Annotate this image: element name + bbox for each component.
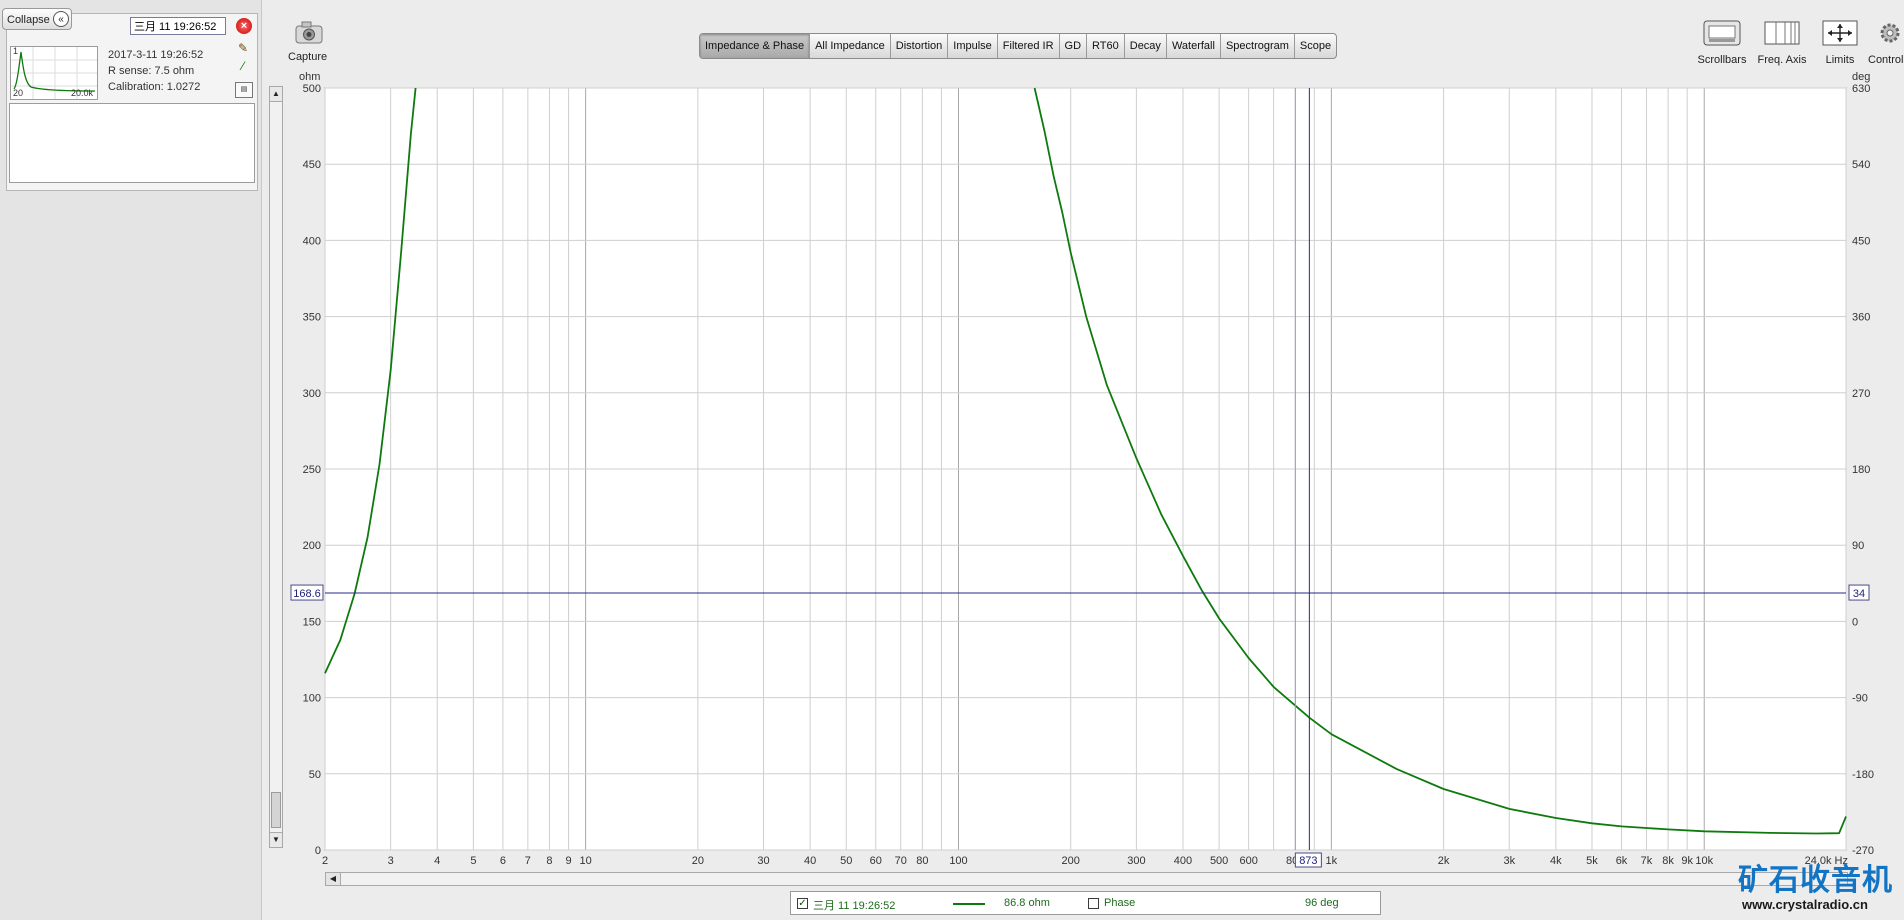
x-tick-label: 600 (1239, 855, 1257, 867)
phase-checkbox[interactable] (1088, 898, 1099, 909)
x-cursor-value: 873 (1299, 855, 1317, 867)
x-tick-label: 7 (525, 855, 531, 867)
x-tick-label: 300 (1127, 855, 1145, 867)
left-tick-label: 0 (315, 845, 321, 857)
legend-trace-value: 86.8 ohm (1004, 897, 1050, 909)
right-tick-label: 450 (1852, 235, 1870, 247)
x-tick-label: 6k (1616, 855, 1628, 867)
left-tick-label: 500 (303, 83, 321, 95)
x-tick-label: 60 (870, 855, 882, 867)
right-tick-label: 540 (1852, 159, 1870, 171)
right-cursor-value: 34 (1853, 588, 1865, 600)
x-tick-label: 8 (546, 855, 552, 867)
left-tick-label: 450 (303, 159, 321, 171)
x-tick-label: 2k (1438, 855, 1450, 867)
legend-trace-swatch (953, 903, 985, 905)
left-tick-label: 100 (303, 693, 321, 705)
x-tick-label: 4 (434, 855, 440, 867)
x-tick-label: 200 (1062, 855, 1080, 867)
right-tick-label: 180 (1852, 464, 1870, 476)
x-tick-label: 5 (470, 855, 476, 867)
x-tick-label: 10k (1695, 855, 1713, 867)
left-tick-label: 50 (309, 769, 321, 781)
x-tick-label: 100 (949, 855, 967, 867)
left-tick-label: 350 (303, 312, 321, 324)
x-tick-label: 5k (1586, 855, 1598, 867)
right-axis-unit: deg (1852, 71, 1870, 83)
x-tick-label: 8k (1662, 855, 1674, 867)
legend-phase-value: 96 deg (1305, 897, 1339, 909)
x-tick-label: 9 (566, 855, 572, 867)
left-axis-unit: ohm (299, 71, 320, 83)
x-tick-label: 40 (804, 855, 816, 867)
legend-trace-name: 三月 11 19:26:52 (813, 900, 896, 912)
x-tick-label: 6 (500, 855, 506, 867)
scroll-left-icon[interactable]: ◀ (326, 873, 341, 885)
x-tick-label: 400 (1174, 855, 1192, 867)
trace-visible-checkbox[interactable]: ✓ (797, 898, 808, 909)
right-tick-label: -180 (1852, 769, 1874, 781)
right-tick-label: 360 (1852, 312, 1870, 324)
x-tick-label: 4k (1550, 855, 1562, 867)
watermark-title: 矿石收音机 (1738, 864, 1893, 897)
site-watermark: 矿石收音机 www.crystalradio.cn (1738, 855, 1904, 915)
x-tick-label: 2 (322, 855, 328, 867)
horizontal-scrollbar[interactable]: ◀ (325, 872, 1848, 886)
right-tick-label: 630 (1852, 83, 1870, 95)
left-tick-label: 150 (303, 616, 321, 628)
x-tick-label: 30 (757, 855, 769, 867)
x-tick-label: 50 (840, 855, 852, 867)
right-tick-label: 270 (1852, 388, 1870, 400)
left-tick-label: 250 (303, 464, 321, 476)
legend-phase-label: Phase (1104, 897, 1136, 909)
right-tick-label: 90 (1852, 540, 1864, 552)
right-tick-label: -90 (1852, 693, 1868, 705)
x-tick-label: 9k (1681, 855, 1693, 867)
x-tick-label: 3k (1503, 855, 1515, 867)
impedance-phase-graph[interactable]: 2 3 4 5 6 7 8 9 10 20 30 40 50 60 70 80 100 200 300 400 500 6… (0, 0, 1904, 920)
left-tick-label: 400 (303, 235, 321, 247)
right-tick-label: 0 (1852, 616, 1858, 628)
left-tick-label: 200 (303, 540, 321, 552)
x-tick-label: 80 (916, 855, 928, 867)
x-tick-label: 10 (579, 855, 591, 867)
x-tick-label: 1k (1326, 855, 1338, 867)
x-tick-label: 500 (1210, 855, 1228, 867)
legend-bar: ✓ 三月 11 19:26:52 86.8 ohm Phase 96 deg (790, 891, 1381, 915)
x-tick-label: 7k (1641, 855, 1653, 867)
watermark-url: www.crystalradio.cn (1742, 897, 1868, 912)
x-tick-label: 70 (895, 855, 907, 867)
x-tick-label: 20 (692, 855, 704, 867)
left-cursor-value: 168.6 (293, 588, 321, 600)
left-tick-label: 300 (303, 388, 321, 400)
x-tick-label: 3 (388, 855, 394, 867)
